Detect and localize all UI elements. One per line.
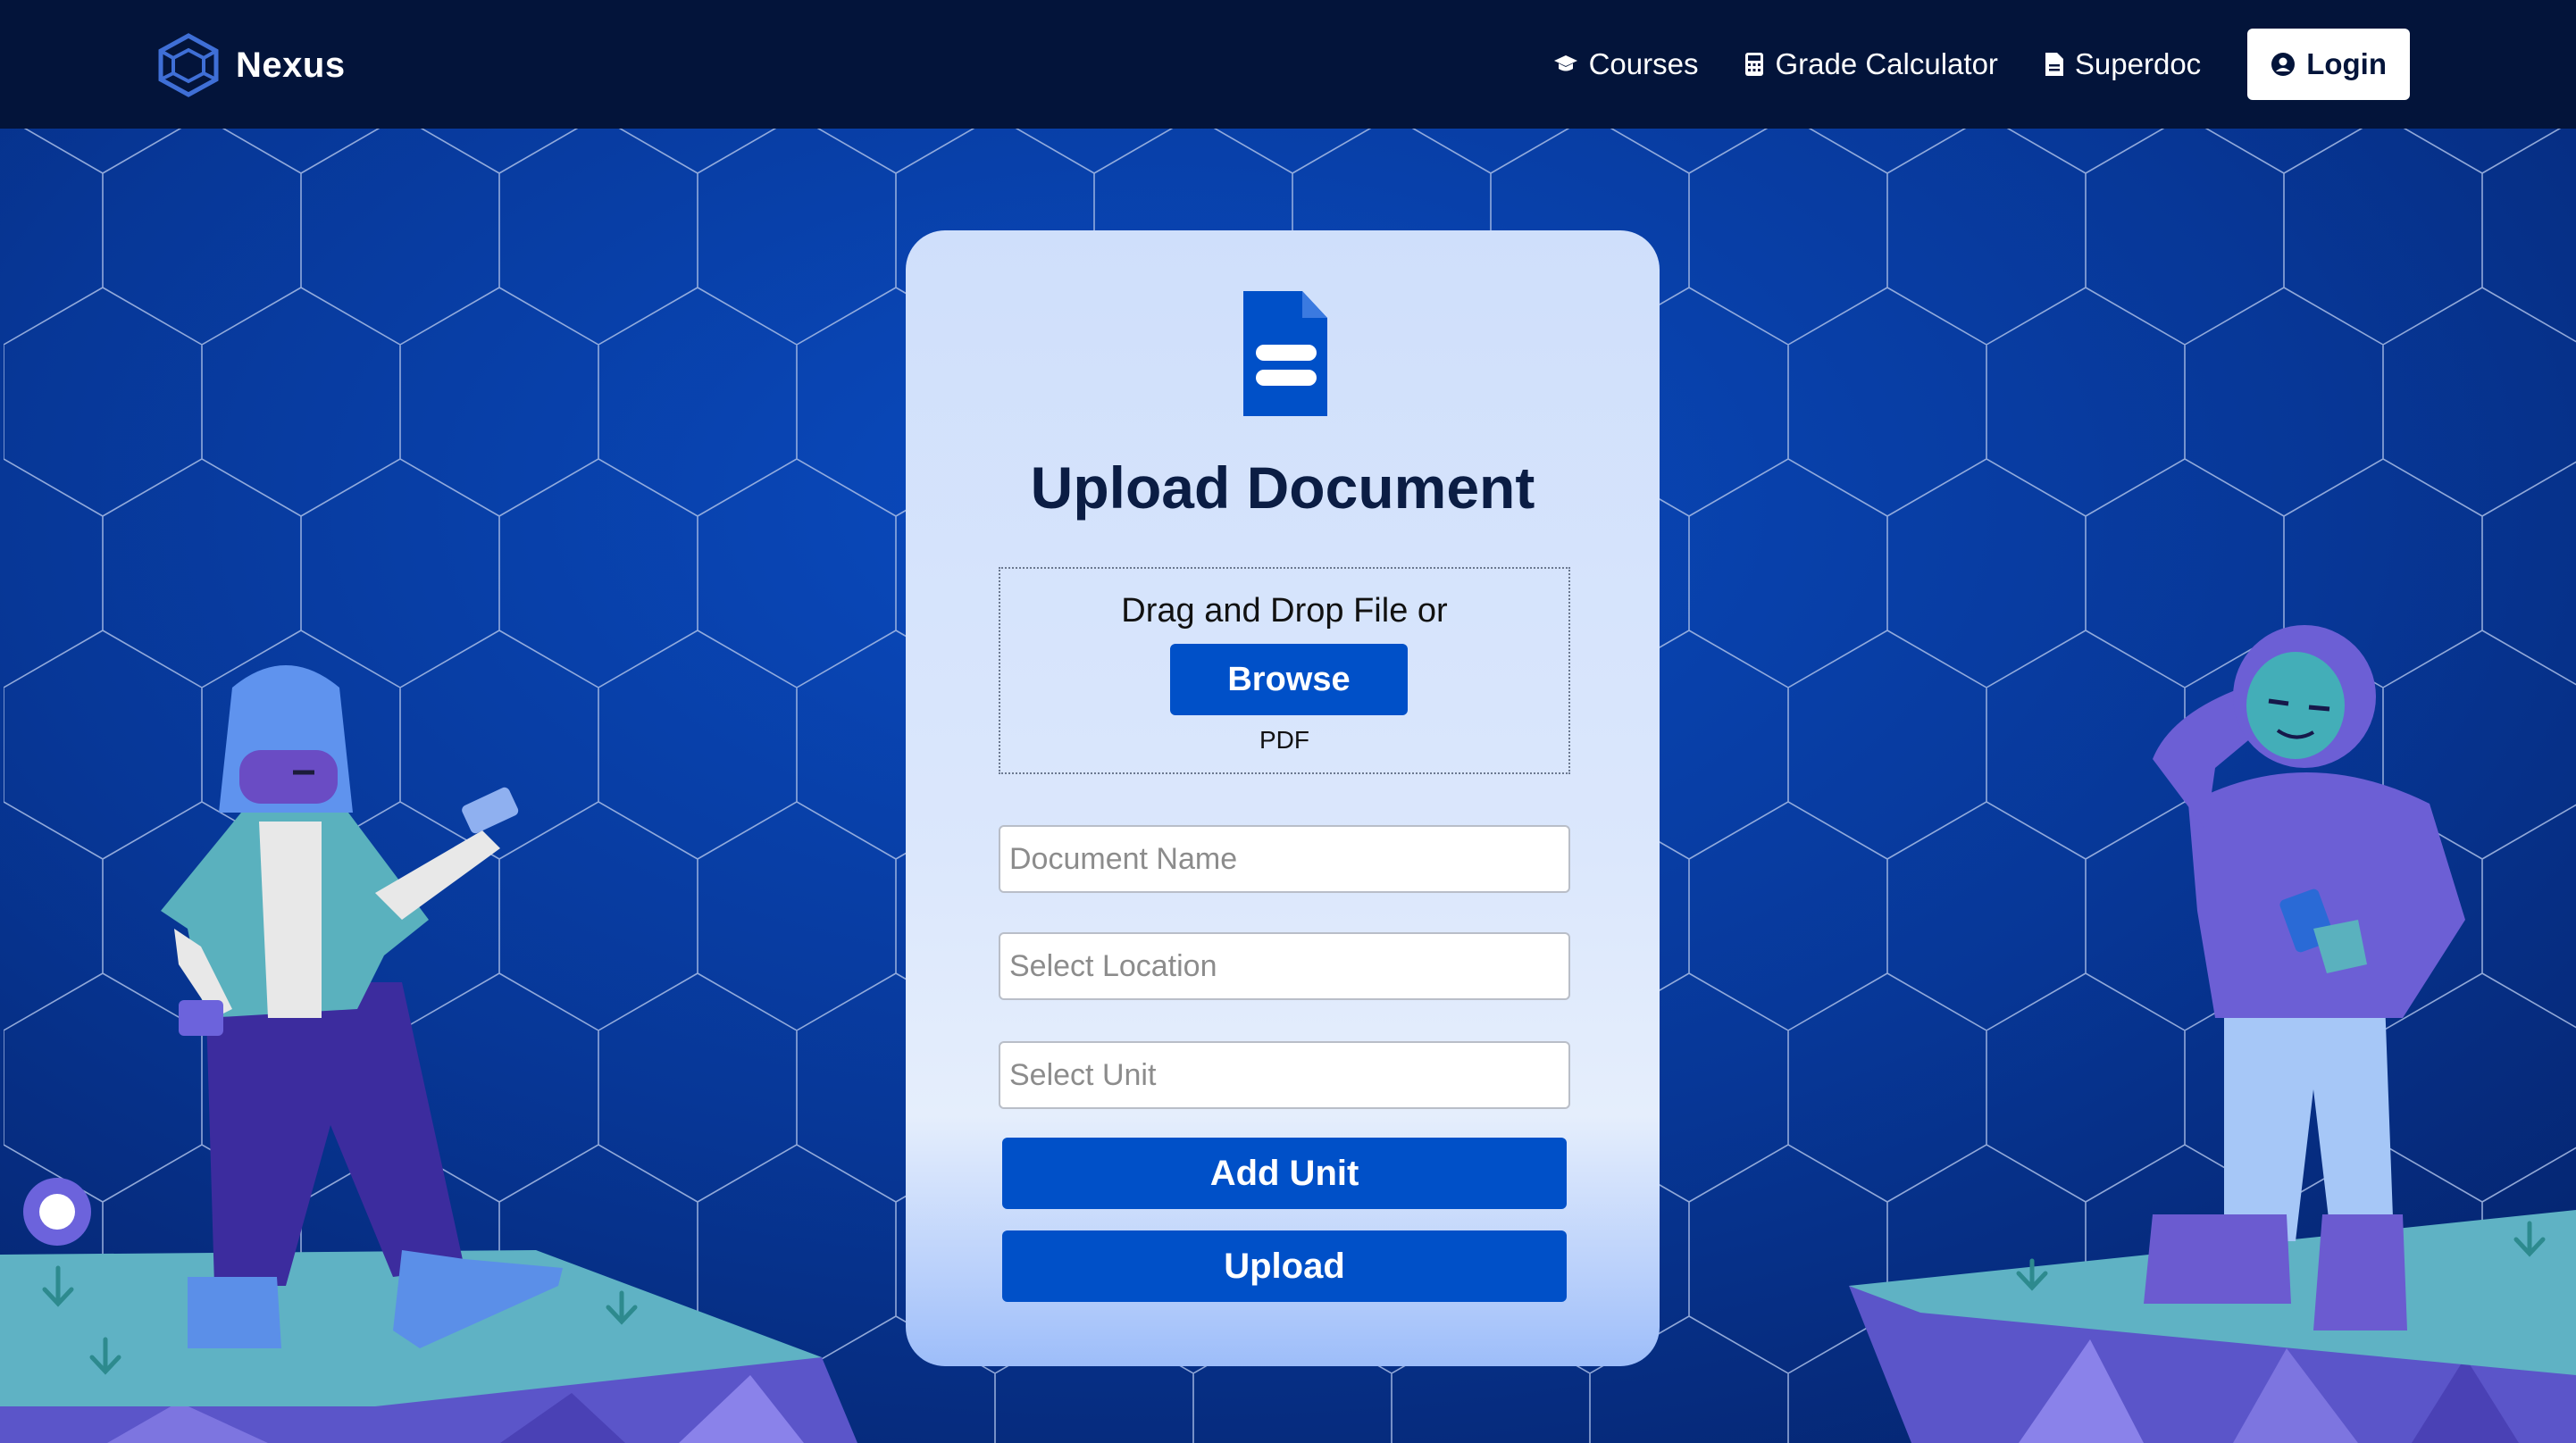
nav-grade-calculator-label: Grade Calculator [1775,47,1998,80]
boy-with-phone-illustration [2144,625,2465,1330]
location-select[interactable] [999,932,1570,1000]
unit-select[interactable] [999,1041,1570,1109]
girl-with-phone-illustration [161,665,563,1348]
brand-logo-link[interactable]: Nexus [157,30,346,100]
document-upload-icon [1243,291,1327,416]
graduation-cap-icon [1553,55,1577,71]
page-title: Upload Document [1030,455,1535,521]
nexus-logo-icon [158,33,219,97]
nav-courses[interactable]: Courses [1553,47,1699,81]
nav-superdoc-label: Superdoc [2074,47,2202,80]
login-label: Login [2306,47,2387,80]
upload-card: Upload Document Drag and Drop File or Br… [906,230,1660,1366]
nav-superdoc[interactable]: Superdoc [2045,47,2201,81]
login-button[interactable]: Login [2247,29,2410,100]
nav-links: Courses Grade Calculator Superdoc Login [1553,0,2576,129]
nav-courses-label: Courses [1588,47,1699,80]
calculator-icon [1745,53,1764,76]
document-name-input[interactable] [999,825,1570,893]
nav-grade-calculator[interactable]: Grade Calculator [1744,47,1998,81]
add-unit-button[interactable]: Add Unit [1002,1138,1567,1209]
top-navbar: Nexus Courses Grade Calculator Superdoc … [0,0,2576,129]
flower-icon [23,1178,91,1246]
document-icon [2045,53,2063,76]
file-type-label: PDF [1259,726,1309,754]
brand-name: Nexus [236,45,346,85]
dropzone-text: Drag and Drop File or [1121,592,1448,630]
browse-button[interactable]: Browse [1170,644,1408,715]
user-circle-icon [2271,53,2296,76]
file-dropzone[interactable]: Drag and Drop File or Browse PDF [999,567,1570,774]
upload-button[interactable]: Upload [1002,1230,1567,1302]
